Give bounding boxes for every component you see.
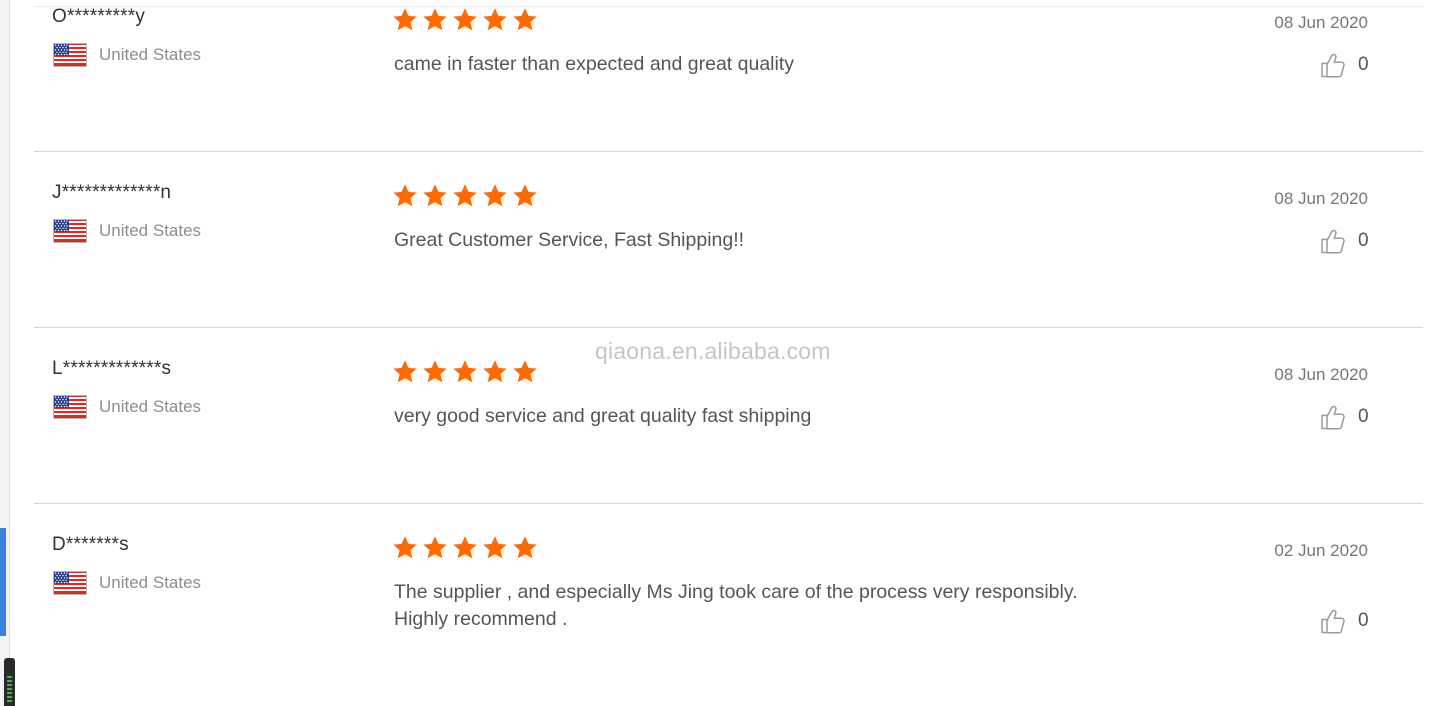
review-date: 08 Jun 2020: [1274, 13, 1368, 32]
site-watermark: qiaona.en.alibaba.com: [595, 338, 831, 364]
star-icon: [422, 535, 448, 561]
star-icon: [482, 535, 508, 561]
star-icon: [482, 359, 508, 385]
star-icon: [452, 535, 478, 561]
star-icon: [512, 183, 538, 209]
us-flag-icon: [53, 43, 87, 67]
star-rating: [392, 359, 538, 385]
star-icon: [392, 7, 418, 33]
review-comment: came in faster than expected and great q…: [394, 53, 794, 75]
reviews-page: O*********y United States came in faster…: [0, 0, 1437, 706]
helpful-count: 0: [1358, 230, 1369, 251]
review-date: 02 Jun 2020: [1274, 541, 1368, 560]
star-rating: [392, 535, 538, 561]
helpful-button[interactable]: 0: [1320, 403, 1369, 431]
star-icon: [422, 7, 448, 33]
side-widget-handle[interactable]: [4, 658, 15, 706]
helpful-count: 0: [1358, 610, 1369, 631]
buyer-name: L*************s: [52, 358, 172, 379]
country-name: United States: [99, 221, 202, 240]
star-icon: [422, 359, 448, 385]
side-tab[interactable]: [0, 528, 6, 636]
star-icon: [392, 535, 418, 561]
review-item: D*******s United States The supplier , a…: [34, 503, 1423, 706]
helpful-count: 0: [1358, 54, 1369, 75]
buyer-name: D*******s: [52, 534, 129, 555]
helpful-button[interactable]: 0: [1320, 51, 1369, 79]
star-icon: [482, 183, 508, 209]
thumbs-up-icon[interactable]: [1320, 228, 1346, 254]
buyer-country: United States: [53, 42, 201, 68]
star-icon: [452, 359, 478, 385]
star-icon: [392, 183, 418, 209]
review-comment: The supplier , and especially Ms Jing to…: [394, 581, 1078, 630]
star-icon: [512, 359, 538, 385]
star-icon: [452, 7, 478, 33]
us-flag-icon: [53, 395, 87, 419]
helpful-count: 0: [1358, 406, 1369, 427]
review-comment: Great Customer Service, Fast Shipping!!: [394, 229, 745, 251]
us-flag-icon: [53, 571, 87, 595]
thumbs-up-icon[interactable]: [1320, 404, 1346, 430]
buyer-country: United States: [53, 394, 201, 420]
star-icon: [512, 535, 538, 561]
star-icon: [482, 7, 508, 33]
us-flag-icon: [53, 219, 87, 243]
buyer-country: United States: [53, 570, 201, 596]
star-icon: [422, 183, 448, 209]
review-date: 08 Jun 2020: [1274, 365, 1368, 384]
star-icon: [392, 359, 418, 385]
helpful-button[interactable]: 0: [1320, 227, 1369, 255]
country-name: United States: [99, 45, 202, 64]
buyer-name: J*************n: [52, 182, 172, 203]
review-date: 08 Jun 2020: [1274, 189, 1368, 208]
star-icon: [512, 7, 538, 33]
review-item: J*************n United States Great Cust…: [34, 151, 1423, 328]
country-name: United States: [99, 573, 202, 592]
thumbs-up-icon[interactable]: [1320, 52, 1346, 78]
country-name: United States: [99, 397, 202, 416]
star-icon: [452, 183, 478, 209]
review-item: O*********y United States came in faster…: [34, 0, 1423, 151]
buyer-name: O*********y: [52, 6, 146, 27]
helpful-button[interactable]: 0: [1320, 607, 1369, 635]
buyer-country: United States: [53, 218, 201, 244]
review-comment: very good service and great quality fast…: [394, 405, 812, 427]
thumbs-up-icon[interactable]: [1320, 608, 1346, 634]
star-rating: [392, 7, 538, 33]
star-rating: [392, 183, 538, 209]
